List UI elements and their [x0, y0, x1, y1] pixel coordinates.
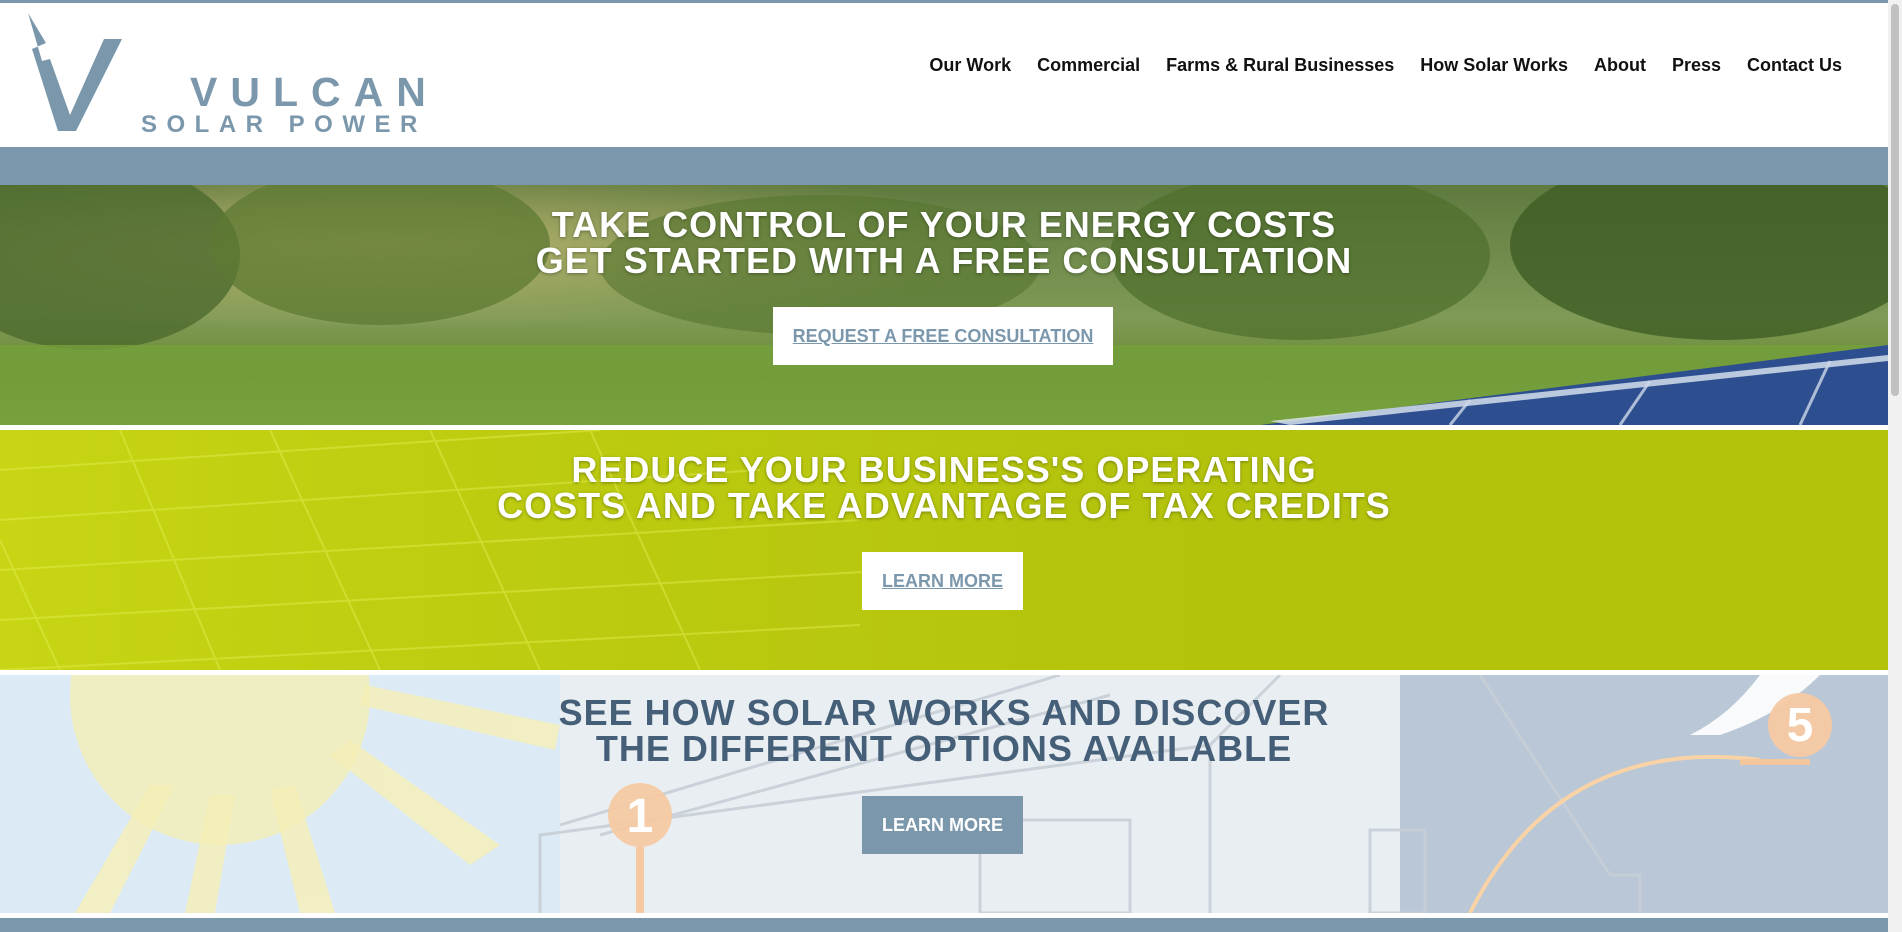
hero3-title-line2: THE DIFFERENT OPTIONS AVAILABLE	[595, 728, 1293, 769]
hero-consultation: TAKE CONTROL OF YOUR ENERGY COSTS GET ST…	[0, 185, 1888, 425]
hero1-title-line2: GET STARTED WITH A FREE CONSULTATION	[535, 240, 1353, 281]
nav-contact-us[interactable]: Contact Us	[1747, 55, 1842, 76]
business-learn-more-button[interactable]: LEARN MORE	[862, 552, 1023, 610]
hero3-title-line1: SEE HOW SOLAR WORKS AND DISCOVER	[558, 692, 1330, 733]
nav-commercial[interactable]: Commercial	[1037, 55, 1140, 76]
footer-band	[0, 918, 1888, 932]
nav-how-solar-works[interactable]: How Solar Works	[1420, 55, 1568, 76]
hero-business: REDUCE YOUR BUSINESS'S OPERATING COSTS A…	[0, 430, 1888, 670]
nav-our-work[interactable]: Our Work	[929, 55, 1011, 76]
logo-tagline: SOLAR POWER	[141, 111, 427, 138]
site-header: VULCAN SOLAR POWER Our Work Commercial F…	[0, 3, 1888, 147]
main-nav: Our Work Commercial Farms & Rural Busine…	[903, 55, 1842, 76]
page-scrollbar[interactable]	[1888, 0, 1902, 932]
step-1-badge: 1	[626, 790, 654, 843]
request-consultation-button[interactable]: REQUEST A FREE CONSULTATION	[773, 307, 1113, 365]
hero2-title-line1: REDUCE YOUR BUSINESS'S OPERATING	[571, 449, 1317, 490]
nav-about[interactable]: About	[1594, 55, 1646, 76]
scrollbar-thumb[interactable]	[1891, 4, 1899, 396]
how-solar-works-learn-more-button[interactable]: LEARN MORE	[862, 796, 1023, 854]
nav-press[interactable]: Press	[1672, 55, 1721, 76]
vulcan-v-icon	[28, 13, 122, 131]
header-band	[0, 147, 1888, 185]
hero2-title-line2: COSTS AND TAKE ADVANTAGE OF TAX CREDITS	[497, 485, 1391, 526]
logo-wordmark: VULCAN	[190, 69, 439, 115]
hero1-title-line1: TAKE CONTROL OF YOUR ENERGY COSTS	[551, 204, 1337, 245]
nav-farms-rural[interactable]: Farms & Rural Businesses	[1166, 55, 1394, 76]
site-logo[interactable]: VULCAN SOLAR POWER	[28, 11, 426, 138]
hero-how-solar-works: 1 5 SEE HOW SOLAR WORKS AND DISCOVER THE…	[0, 675, 1888, 913]
